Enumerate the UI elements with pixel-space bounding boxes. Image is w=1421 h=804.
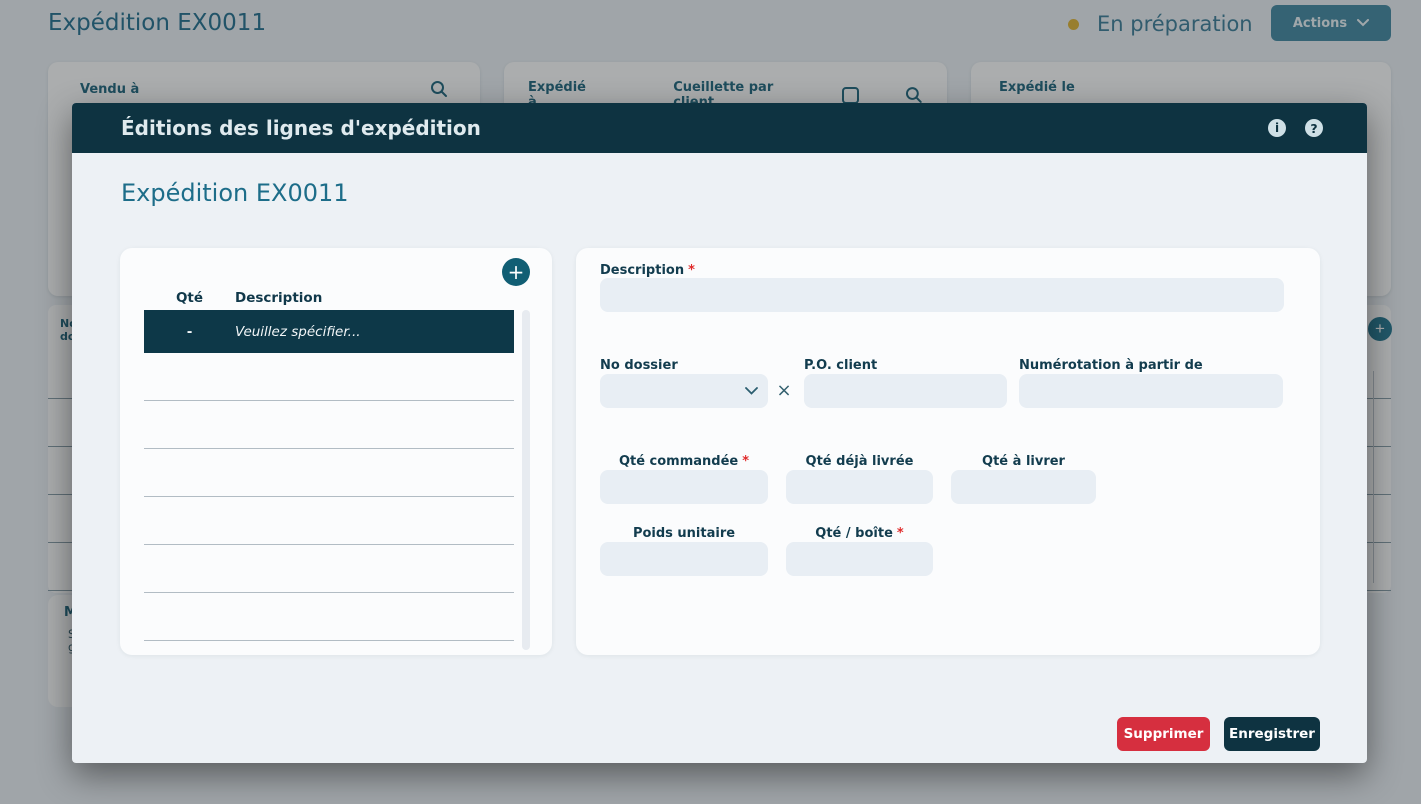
numerotation-label: Numérotation à partir de xyxy=(1019,358,1203,373)
poids-unitaire-field[interactable] xyxy=(600,542,768,576)
line-row[interactable] xyxy=(144,401,514,449)
add-line-button[interactable]: + xyxy=(502,258,530,286)
line-row[interactable] xyxy=(144,545,514,593)
no-dossier-select[interactable] xyxy=(600,374,768,408)
line-description: Veuillez spécifier... xyxy=(235,324,514,340)
lines-table: Qté Description - Veuillez spécifier... xyxy=(144,286,514,641)
line-row[interactable] xyxy=(144,593,514,641)
po-client-label: P.O. client xyxy=(804,358,877,373)
scrollbar[interactable] xyxy=(522,310,530,650)
qte-a-livrer-field[interactable] xyxy=(951,470,1096,504)
required-marker: * xyxy=(742,454,749,469)
line-row[interactable] xyxy=(144,497,514,545)
numerotation-field[interactable] xyxy=(1019,374,1283,408)
plus-icon: + xyxy=(508,260,525,284)
clear-icon[interactable]: × xyxy=(773,380,795,402)
qte-commandee-field[interactable] xyxy=(600,470,768,504)
info-icon[interactable]: i xyxy=(1268,119,1286,137)
chevron-down-icon xyxy=(745,387,758,395)
modal-title: Expédition EX0011 xyxy=(121,179,349,207)
qte-commandee-label: Qté commandée* xyxy=(600,454,768,469)
required-marker: * xyxy=(688,263,695,278)
qte-a-livrer-label: Qté à livrer xyxy=(951,454,1096,469)
line-row[interactable] xyxy=(144,449,514,497)
line-row-selected[interactable]: - Veuillez spécifier... xyxy=(144,310,514,353)
description-field[interactable] xyxy=(600,278,1284,312)
qty-column-header: Qté xyxy=(144,290,235,306)
shipment-lines-panel: + Qté Description - Veuillez spécifier..… xyxy=(120,248,552,655)
qte-boite-label: Qté / boîte* xyxy=(786,526,933,541)
screen: Expédition EX0011 En préparation Actions… xyxy=(0,0,1421,804)
help-icon[interactable]: ? xyxy=(1305,119,1323,137)
shipment-lines-modal: Éditions des lignes d'expédition i ? Exp… xyxy=(72,103,1367,763)
po-client-field[interactable] xyxy=(804,374,1007,408)
lines-table-header: Qté Description xyxy=(144,286,514,310)
save-button[interactable]: Enregistrer xyxy=(1224,717,1320,751)
qte-deja-livree-field[interactable] xyxy=(786,470,933,504)
modal-header-title: Éditions des lignes d'expédition xyxy=(121,116,1268,140)
line-row[interactable] xyxy=(144,353,514,401)
poids-unitaire-label: Poids unitaire xyxy=(600,526,768,541)
modal-body: Expédition EX0011 + Qté Description - Ve… xyxy=(72,153,1367,763)
required-marker: * xyxy=(897,526,904,541)
line-edit-form-panel: Description* No dossier × P.O. client Nu… xyxy=(576,248,1320,655)
delete-button[interactable]: Supprimer xyxy=(1117,717,1210,751)
description-column-header: Description xyxy=(235,290,514,306)
qte-deja-livree-label: Qté déjà livrée xyxy=(786,454,933,469)
modal-header: Éditions des lignes d'expédition i ? xyxy=(72,103,1367,153)
no-dossier-label: No dossier xyxy=(600,358,678,373)
description-label: Description* xyxy=(600,263,695,278)
line-qty: - xyxy=(144,324,235,340)
qte-boite-field[interactable] xyxy=(786,542,933,576)
